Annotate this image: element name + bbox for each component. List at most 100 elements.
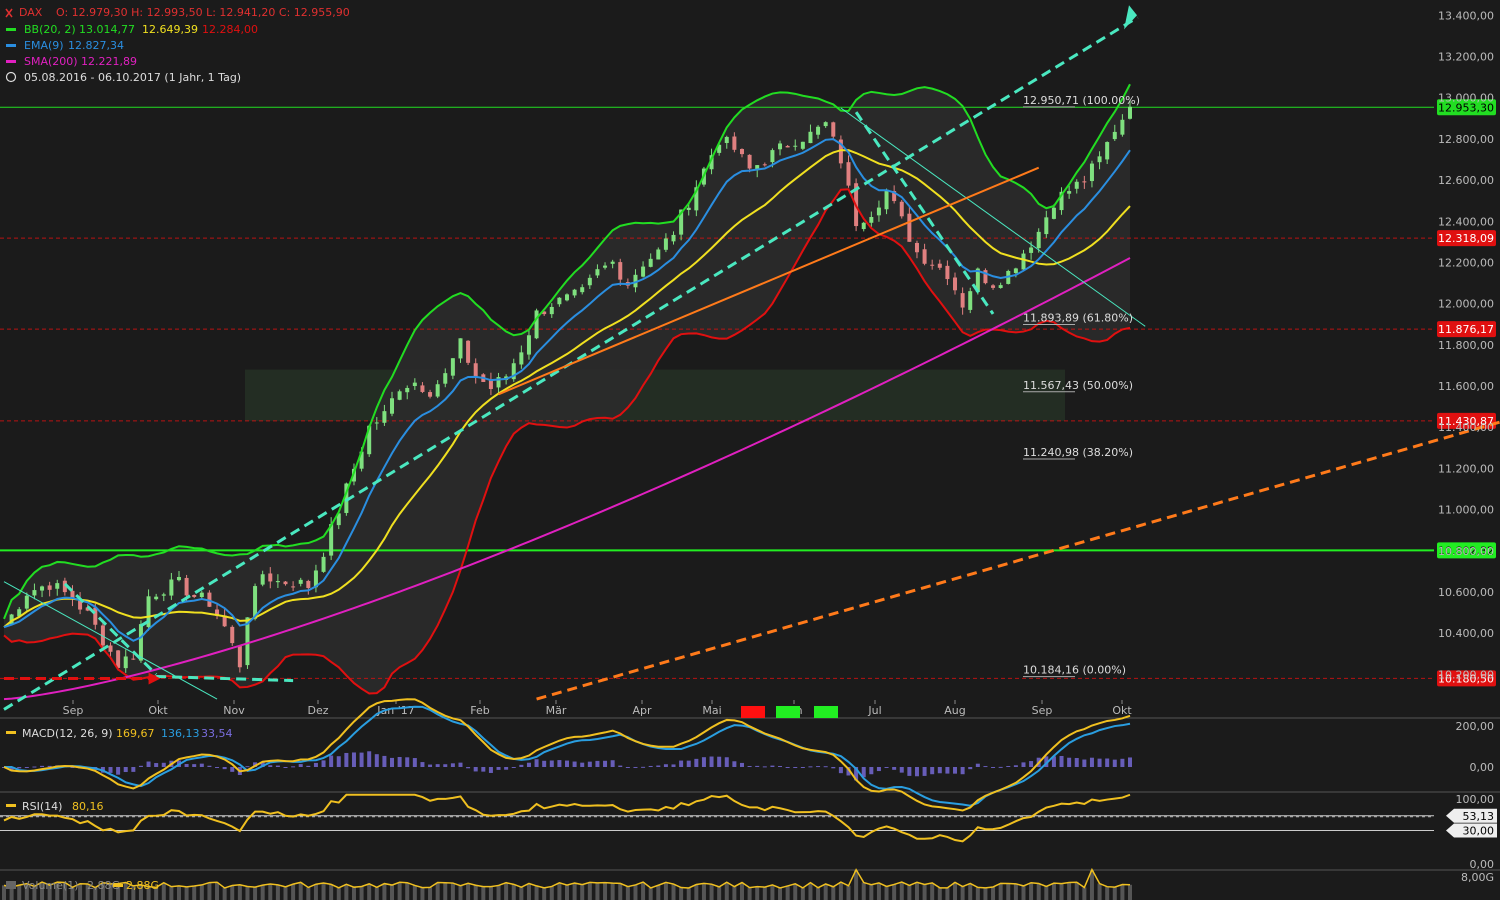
- candle-body: [747, 154, 752, 169]
- volume-bar: [595, 882, 600, 900]
- price-tick-label: 12.800,00: [1438, 133, 1494, 146]
- macd-histogram-bar: [922, 767, 927, 776]
- volume-bar: [169, 886, 174, 900]
- candle-body: [785, 145, 790, 148]
- volume-bar: [1097, 883, 1102, 900]
- volume-bar: [435, 882, 440, 900]
- volume-bar: [671, 884, 676, 900]
- legend-date-range: 05.08.2016 - 06.10.2017 (1 Jahr, 1 Tag): [24, 71, 241, 84]
- volume-bar: [914, 882, 919, 900]
- price-tick-label: 12.000,00: [1438, 298, 1494, 311]
- candle-body: [793, 145, 798, 147]
- volume-bar: [161, 882, 166, 900]
- volume-bar: [648, 887, 653, 900]
- volume-bar: [876, 882, 881, 900]
- volume-bar: [656, 885, 661, 900]
- candle-body: [884, 189, 889, 210]
- candle-body: [808, 131, 813, 144]
- volume-bar: [390, 885, 395, 900]
- volume-bar: [831, 886, 836, 900]
- volume-tick-label: 8,00G: [1461, 871, 1494, 884]
- volume-bar: [930, 882, 935, 900]
- volume-bar: [572, 883, 577, 900]
- candle-body: [108, 645, 113, 652]
- candle-body: [656, 249, 661, 260]
- volume-bar: [565, 885, 569, 900]
- volume-bar: [542, 887, 547, 900]
- macd-histogram-bar: [359, 752, 364, 767]
- macd-histogram-bar: [245, 766, 250, 768]
- macd-histogram-bar: [641, 766, 646, 768]
- candle-body: [876, 207, 881, 216]
- price-tick-label: 12.200,00: [1438, 256, 1494, 269]
- macd-histogram-bar: [313, 762, 318, 767]
- volume-bar: [237, 884, 242, 900]
- rsi-tick-label: 100,00: [1456, 793, 1495, 806]
- candle-body: [131, 658, 136, 660]
- volume-bar: [770, 884, 775, 900]
- volume-bar: [762, 887, 767, 900]
- macd-histogram-bar: [565, 760, 569, 767]
- volume-bar: [313, 884, 318, 900]
- candle-body: [580, 287, 585, 293]
- candle-body: [603, 265, 608, 268]
- macd-histogram-bar: [435, 764, 440, 767]
- macd-histogram-bar: [557, 760, 562, 767]
- volume-bar: [412, 885, 417, 900]
- candle-body: [169, 579, 174, 596]
- volume-bar: [344, 884, 349, 900]
- volume-bar: [968, 883, 973, 900]
- macd-histogram-bar: [367, 751, 372, 767]
- volume-bar: [215, 882, 220, 900]
- candle-body: [526, 335, 531, 355]
- volume-bar: [199, 884, 204, 900]
- candle-body: [618, 262, 623, 280]
- macd-histogram-bar: [838, 767, 843, 774]
- volume-bar: [580, 884, 585, 900]
- level-label: 11.876,17: [1438, 323, 1494, 336]
- macd-histogram-bar: [785, 767, 790, 768]
- time-tick-label: Mai: [702, 704, 721, 717]
- macd-histogram-bar: [732, 761, 737, 767]
- macd-histogram-bar: [778, 765, 783, 767]
- rsi-level-label: 30,00: [1463, 825, 1495, 838]
- volume-bar: [1059, 883, 1064, 900]
- volume-bar: [1082, 887, 1087, 900]
- macd-histogram-bar: [899, 767, 904, 773]
- candle-body: [184, 577, 189, 596]
- candle-body: [519, 352, 524, 365]
- price-tick-label: 10.200,00: [1438, 668, 1494, 681]
- candle-body: [914, 242, 919, 253]
- fib-zone: [245, 369, 1065, 422]
- candle-body: [199, 592, 204, 598]
- macd-histogram-bar: [138, 765, 143, 767]
- volume-bar: [253, 887, 258, 900]
- candle-body: [549, 306, 554, 315]
- volume-bar: [298, 882, 303, 900]
- macd-histogram-bar: [123, 767, 128, 773]
- volume-bar: [17, 885, 22, 900]
- macd-histogram-bar: [663, 764, 668, 767]
- volume-bar: [336, 887, 341, 900]
- macd-histogram-bar: [1128, 757, 1132, 767]
- legend-ohlc: O: 12.979,30 H: 12.993,50 L: 12.941,20 C…: [56, 6, 350, 19]
- macd-histogram-bar: [1021, 762, 1026, 767]
- candle-body: [922, 249, 927, 264]
- volume-bar: [176, 885, 181, 900]
- candle-body: [937, 263, 942, 268]
- candle-body: [176, 577, 181, 581]
- price-tick-label: 12.400,00: [1438, 215, 1494, 228]
- fib-label: 11.893,89 (61.80%): [1023, 312, 1133, 325]
- macd-histogram-bar: [390, 757, 395, 767]
- legend-bb-lower: 12.284,00: [202, 23, 258, 36]
- macd-histogram-bar: [755, 765, 760, 767]
- volume-bar: [450, 883, 455, 900]
- candle-body: [557, 297, 562, 305]
- macd-histogram-bar: [1074, 757, 1079, 767]
- volume-bar: [983, 887, 988, 900]
- candle-body: [800, 141, 805, 149]
- macd-histogram-bar: [1059, 755, 1064, 767]
- candle-body: [663, 238, 668, 250]
- macd-histogram-bar: [808, 766, 813, 768]
- candle-body: [587, 277, 592, 286]
